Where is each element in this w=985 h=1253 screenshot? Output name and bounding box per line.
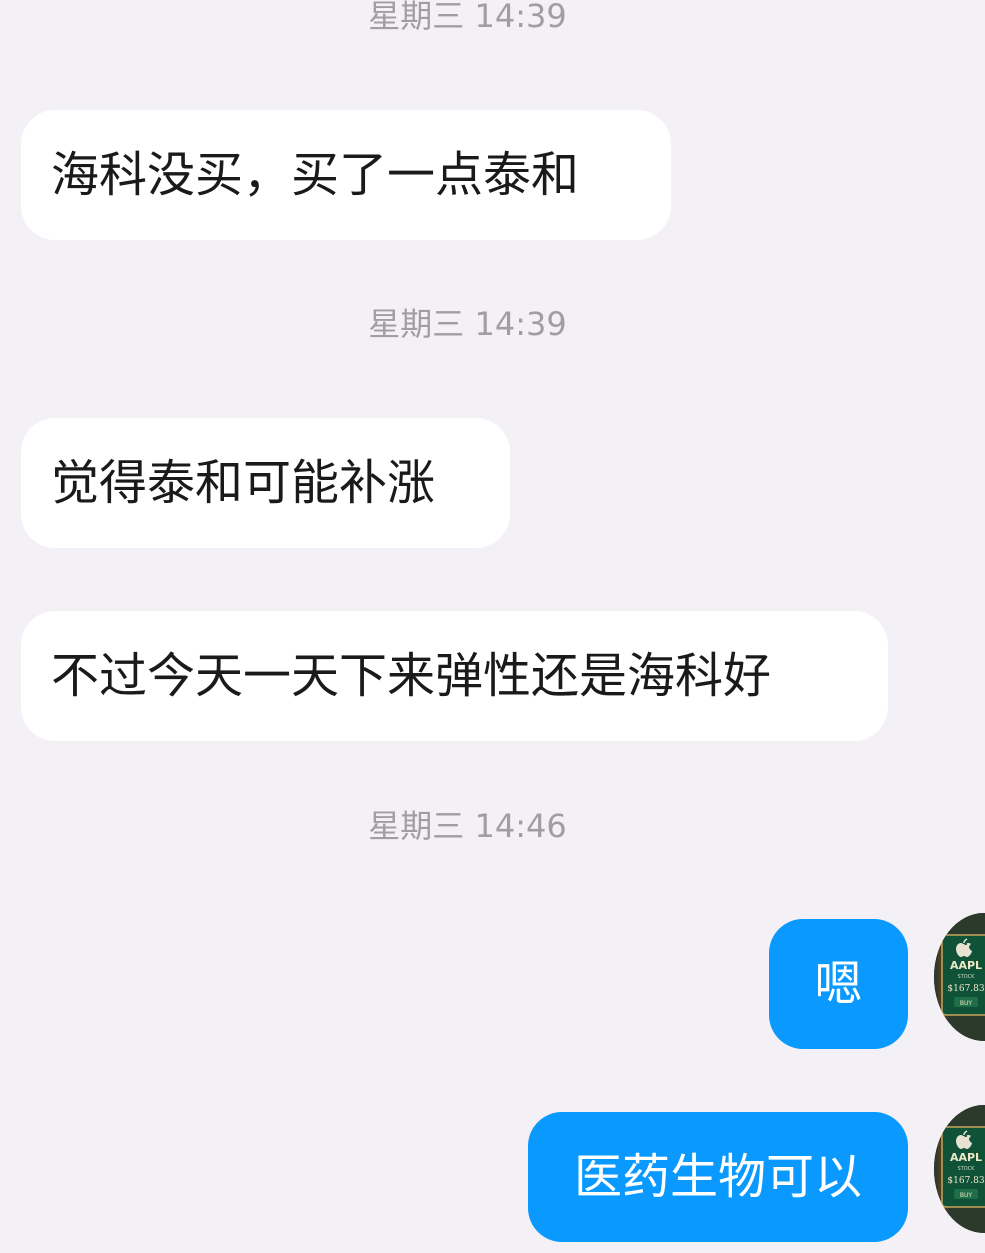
stock-card-icon: AAPL STOCK $167.83 BUY	[934, 1105, 985, 1233]
message-text: 医药生物可以	[573, 1149, 862, 1205]
avatar-price: $167.83	[947, 1176, 984, 1186]
avatar-ticker: AAPL	[950, 959, 982, 972]
message-text: 海科没买，买了一点泰和	[51, 147, 580, 203]
avatar-price: $167.83	[947, 984, 984, 994]
incoming-message-bubble[interactable]: 觉得泰和可能补涨	[21, 418, 510, 548]
outgoing-message-bubble[interactable]: 医药生物可以	[528, 1112, 908, 1242]
timestamp: 星期三 14:39	[368, 0, 567, 35]
avatar-label: STOCK	[958, 974, 976, 980]
avatar-action: BUY	[960, 1192, 973, 1199]
timestamp: 星期三 14:46	[368, 807, 567, 845]
avatar-action: BUY	[960, 1000, 973, 1007]
message-text: 嗯	[814, 956, 863, 1012]
message-text: 不过今天一天下来弹性还是海科好	[51, 648, 772, 704]
outgoing-message-bubble[interactable]: 嗯	[769, 919, 908, 1049]
message-text: 觉得泰和可能补涨	[51, 455, 436, 511]
stock-card-icon: AAPL STOCK $167.83 BUY	[934, 913, 985, 1041]
avatar[interactable]: AAPL STOCK $167.83 BUY	[934, 1105, 985, 1233]
avatar-label: STOCK	[958, 1166, 976, 1172]
timestamp: 星期三 14:39	[368, 305, 567, 343]
avatar-ticker: AAPL	[950, 1151, 982, 1164]
avatar[interactable]: AAPL STOCK $167.83 BUY	[934, 913, 985, 1041]
incoming-message-bubble[interactable]: 海科没买，买了一点泰和	[21, 110, 671, 240]
incoming-message-bubble[interactable]: 不过今天一天下来弹性还是海科好	[21, 611, 888, 741]
